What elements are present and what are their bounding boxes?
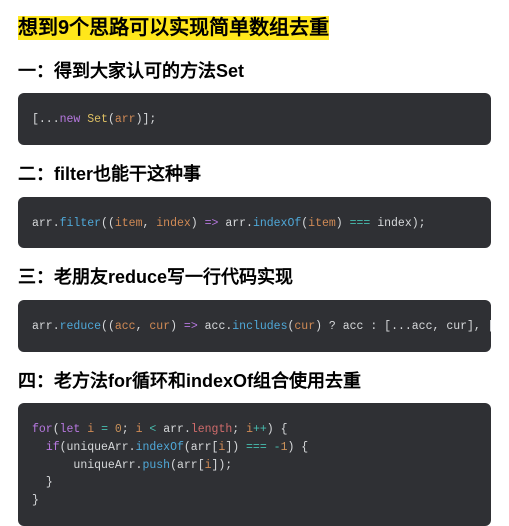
- code-block-4: for(let i = 0; i < arr.length; i++) { if…: [18, 403, 491, 526]
- section-heading-3: 三：老朋友reduce写一行代码实现: [18, 266, 491, 289]
- code-block-2: arr.filter((item, index) => arr.indexOf(…: [18, 197, 491, 249]
- section-heading-1: 一：得到大家认可的方法Set: [18, 60, 491, 83]
- page-title: 想到9个思路可以实现简单数组去重: [18, 16, 329, 40]
- code-block-3: arr.reduce((acc, cur) => acc.includes(cu…: [18, 300, 491, 352]
- section-heading-2: 二：filter也能干这种事: [18, 163, 491, 186]
- code-block-1: [...new Set(arr)];: [18, 93, 491, 145]
- section-heading-4: 四：老方法for循环和indexOf组合使用去重: [18, 370, 491, 393]
